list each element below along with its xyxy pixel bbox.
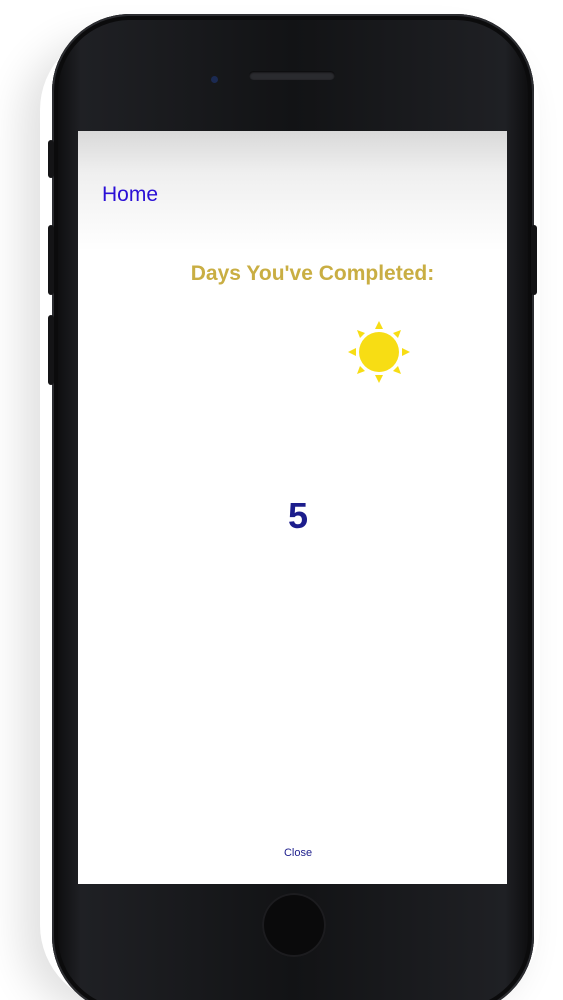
- device-home-button: [262, 893, 326, 957]
- front-camera: [211, 76, 218, 83]
- power-button: [531, 225, 537, 295]
- close-button[interactable]: Close: [78, 847, 507, 859]
- app-screen: Home Days You've Completed: 5 Close: [78, 131, 507, 884]
- stage: Home Days You've Completed: 5 Close: [0, 0, 563, 1000]
- silent-switch: [48, 140, 54, 178]
- page-heading: Days You've Completed:: [190, 262, 435, 285]
- home-link[interactable]: Home: [102, 183, 158, 207]
- volume-down-button: [48, 315, 54, 385]
- volume-up-button: [48, 225, 54, 295]
- days-completed-count: 5: [287, 495, 309, 536]
- sun-icon: [348, 321, 410, 383]
- earpiece-speaker: [249, 71, 335, 80]
